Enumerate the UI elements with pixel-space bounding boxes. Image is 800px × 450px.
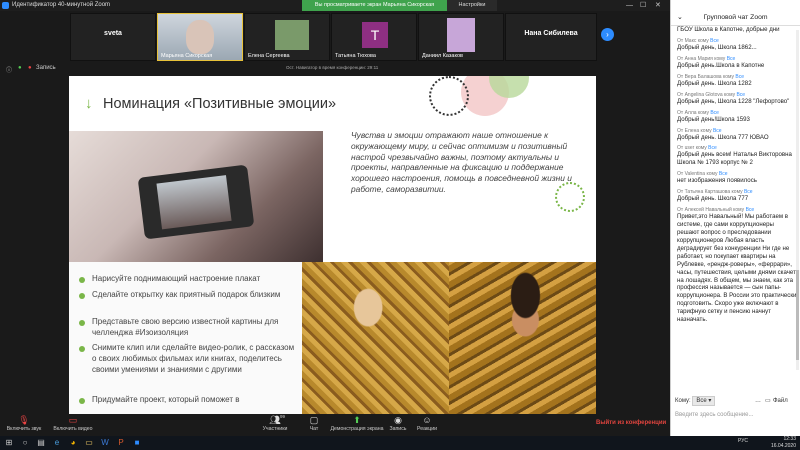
chat-message: От Алексей Навальный кому Все Привет,это … (677, 207, 797, 324)
mic-off-icon: 🎙︎ (18, 415, 30, 425)
zoom-taskbar-icon[interactable]: ■ (131, 437, 143, 449)
participant-avatar: T (362, 22, 388, 48)
decor-circle (555, 182, 585, 212)
bullet-item: Сделайте открытку как приятный подарок б… (79, 290, 297, 301)
chat-message-list[interactable]: ГБОУ Школа в Капотне, добрые дни От Макс… (671, 26, 800, 392)
recipient-select[interactable]: Все ▾ (692, 396, 716, 406)
chat-message: От Анна Мария кому Все Добрый день.Школа … (677, 55, 765, 69)
security-icon[interactable]: ● (18, 65, 22, 71)
chat-icon: ▢ (309, 415, 319, 425)
shared-screen-slide: ↓ Номинация «Позитивные эмоции» Чувства … (69, 76, 596, 414)
view-options-button[interactable]: Настройки просмотра ▾ (447, 0, 497, 19)
chat-message: От Angelina Glotova кому Все Добрый день,… (677, 91, 790, 105)
record-icon: ◉ (394, 415, 402, 425)
chrome-icon[interactable]: ◕ (67, 437, 79, 449)
chat-title: Групповой чат Zoom (703, 14, 768, 21)
chat-input[interactable]: Введите здесь сообщение... (675, 409, 797, 421)
slide-photo-girl-with-phone (69, 131, 323, 262)
arrow-down-icon: ↓ (85, 95, 93, 112)
meeting-timer: Ост. Навигатор в время конференции: 29:1… (286, 65, 379, 70)
participant-face (186, 20, 214, 54)
participant-tile[interactable]: Нана Сибилева (505, 13, 597, 61)
chat-message: От Алла кому Все Добрый день!Школа 1593 (677, 109, 750, 123)
phone-image (137, 164, 255, 240)
chat-scrollbar[interactable] (796, 30, 799, 370)
info-icon[interactable]: ⓘ (6, 65, 12, 74)
participants-icon: 👥︎ (269, 415, 281, 425)
windows-taskbar: ⊞ ○ ▤ e ◕ ▭ W P ■ РУС 12:33 16.04.2020 (0, 436, 800, 450)
bullet-item: Нарисуйте поднимающий настроение плакат (79, 274, 297, 285)
video-off-icon: ▭ (68, 415, 78, 425)
participant-tile[interactable]: T Татьяна Тюхова (331, 13, 417, 61)
reactions-icon: ☺ (422, 415, 432, 425)
participant-tile[interactable]: Марьяна Сикорская (157, 13, 243, 61)
powerpoint-icon[interactable]: P (115, 437, 127, 449)
participant-tile[interactable]: Даниил Казаков (418, 13, 504, 61)
chat-button[interactable]: ▢ Чат (304, 414, 324, 432)
chat-message: От Макс кому Все Добрый день, Школа 1862.… (677, 37, 757, 51)
participant-strip: sveta Марьяна Сикорская Елена Сергеева T… (0, 11, 670, 63)
chat-message: ГБОУ Школа в Капотне, добрые дни (677, 26, 780, 33)
word-icon[interactable]: W (99, 437, 111, 449)
file-icon[interactable]: ▭ (765, 395, 771, 408)
record-indicator-icon: ● (28, 65, 32, 71)
language-indicator[interactable]: РУС (738, 438, 748, 444)
close-icon[interactable]: ✕ (655, 0, 661, 11)
task-view-icon[interactable]: ▤ (35, 437, 47, 449)
chat-recipient-row: Кому: Все ▾ … ▭ Файл (671, 395, 800, 408)
minimize-icon[interactable]: — (626, 0, 633, 11)
start-video-button[interactable]: ▭ Включить видео (52, 414, 94, 432)
chat-message: От Вера Балашова кому Все Добрый день. Шк… (677, 73, 752, 87)
participants-count: 99 (280, 414, 286, 419)
edge-icon[interactable]: e (51, 437, 63, 449)
record-button[interactable]: ◉ Запись (386, 414, 410, 432)
leave-meeting-button[interactable]: Выйти из конференции (596, 420, 666, 426)
klimt-painting-original (302, 262, 449, 414)
participant-video (275, 20, 309, 50)
reactions-button[interactable]: ☺ Реакции (412, 414, 442, 432)
unmute-button[interactable]: 🎙︎ Включить звук (4, 414, 44, 432)
system-clock[interactable]: 12:33 16.04.2020 (771, 436, 796, 450)
participants-button[interactable]: 👥︎ Участники (258, 414, 292, 432)
chat-message: От Елена кому Все Добрый день. Школа 777 … (677, 127, 769, 141)
zoom-logo-icon (2, 2, 9, 9)
chat-panel: ⌄ Групповой чат Zoom ГБОУ Школа в Капотн… (670, 0, 800, 436)
participant-tile[interactable]: Елена Сергеева (244, 13, 330, 61)
record-label: Запись (36, 65, 56, 71)
share-screen-icon: ⬆ (353, 415, 361, 425)
klimt-painting-recreation (449, 262, 596, 414)
meeting-top-controls: ⓘ ● ● Запись Ост. Навигатор в время конф… (0, 63, 670, 76)
chat-message: От Татьяна Карташова кому Все Добрый день… (677, 189, 753, 203)
file-button[interactable]: Файл (773, 395, 788, 408)
bullet-item: Придумайте проект, который поможет в (79, 395, 297, 406)
meeting-controls: 🎙︎ Включить звук ▭ Включить видео 👥︎ Участн… (0, 414, 670, 436)
participant-video (447, 18, 475, 52)
slide-bullet-list: Нарисуйте поднимающий настроение плакат … (69, 262, 302, 414)
more-icon[interactable]: … (755, 395, 761, 408)
next-page-icon[interactable]: › (601, 28, 614, 41)
chat-header: ⌄ Групповой чат Zoom (671, 0, 800, 26)
windows-start-icon[interactable]: ⊞ (3, 437, 15, 449)
search-icon[interactable]: ○ (19, 437, 31, 449)
explorer-icon[interactable]: ▭ (83, 437, 95, 449)
share-screen-button[interactable]: ⬆ Демонстрация экрана (330, 414, 384, 432)
participant-tile[interactable]: sveta (70, 13, 156, 61)
window-title: Идентификатор 40-минутной Zoom (12, 2, 111, 8)
chat-message: От user кому Все Добрый день всем! Наталь… (677, 145, 792, 167)
chat-message: От Valentina кому Все нет изображения поя… (677, 171, 757, 185)
decor-circle (429, 76, 469, 116)
slide-quote: Чувства и эмоции отражают наше отношение… (351, 130, 572, 194)
screen-share-banner: Вы просматриваете экран Марьяна Сикорска… (302, 0, 447, 11)
slide-title: Номинация «Позитивные эмоции» (103, 96, 337, 112)
bullet-item: Представьте свою версию известной картин… (79, 317, 297, 339)
maximize-icon[interactable]: ☐ (640, 0, 646, 11)
bullet-item: Снимите клип или сделайте видео-ролик, с… (79, 343, 297, 375)
